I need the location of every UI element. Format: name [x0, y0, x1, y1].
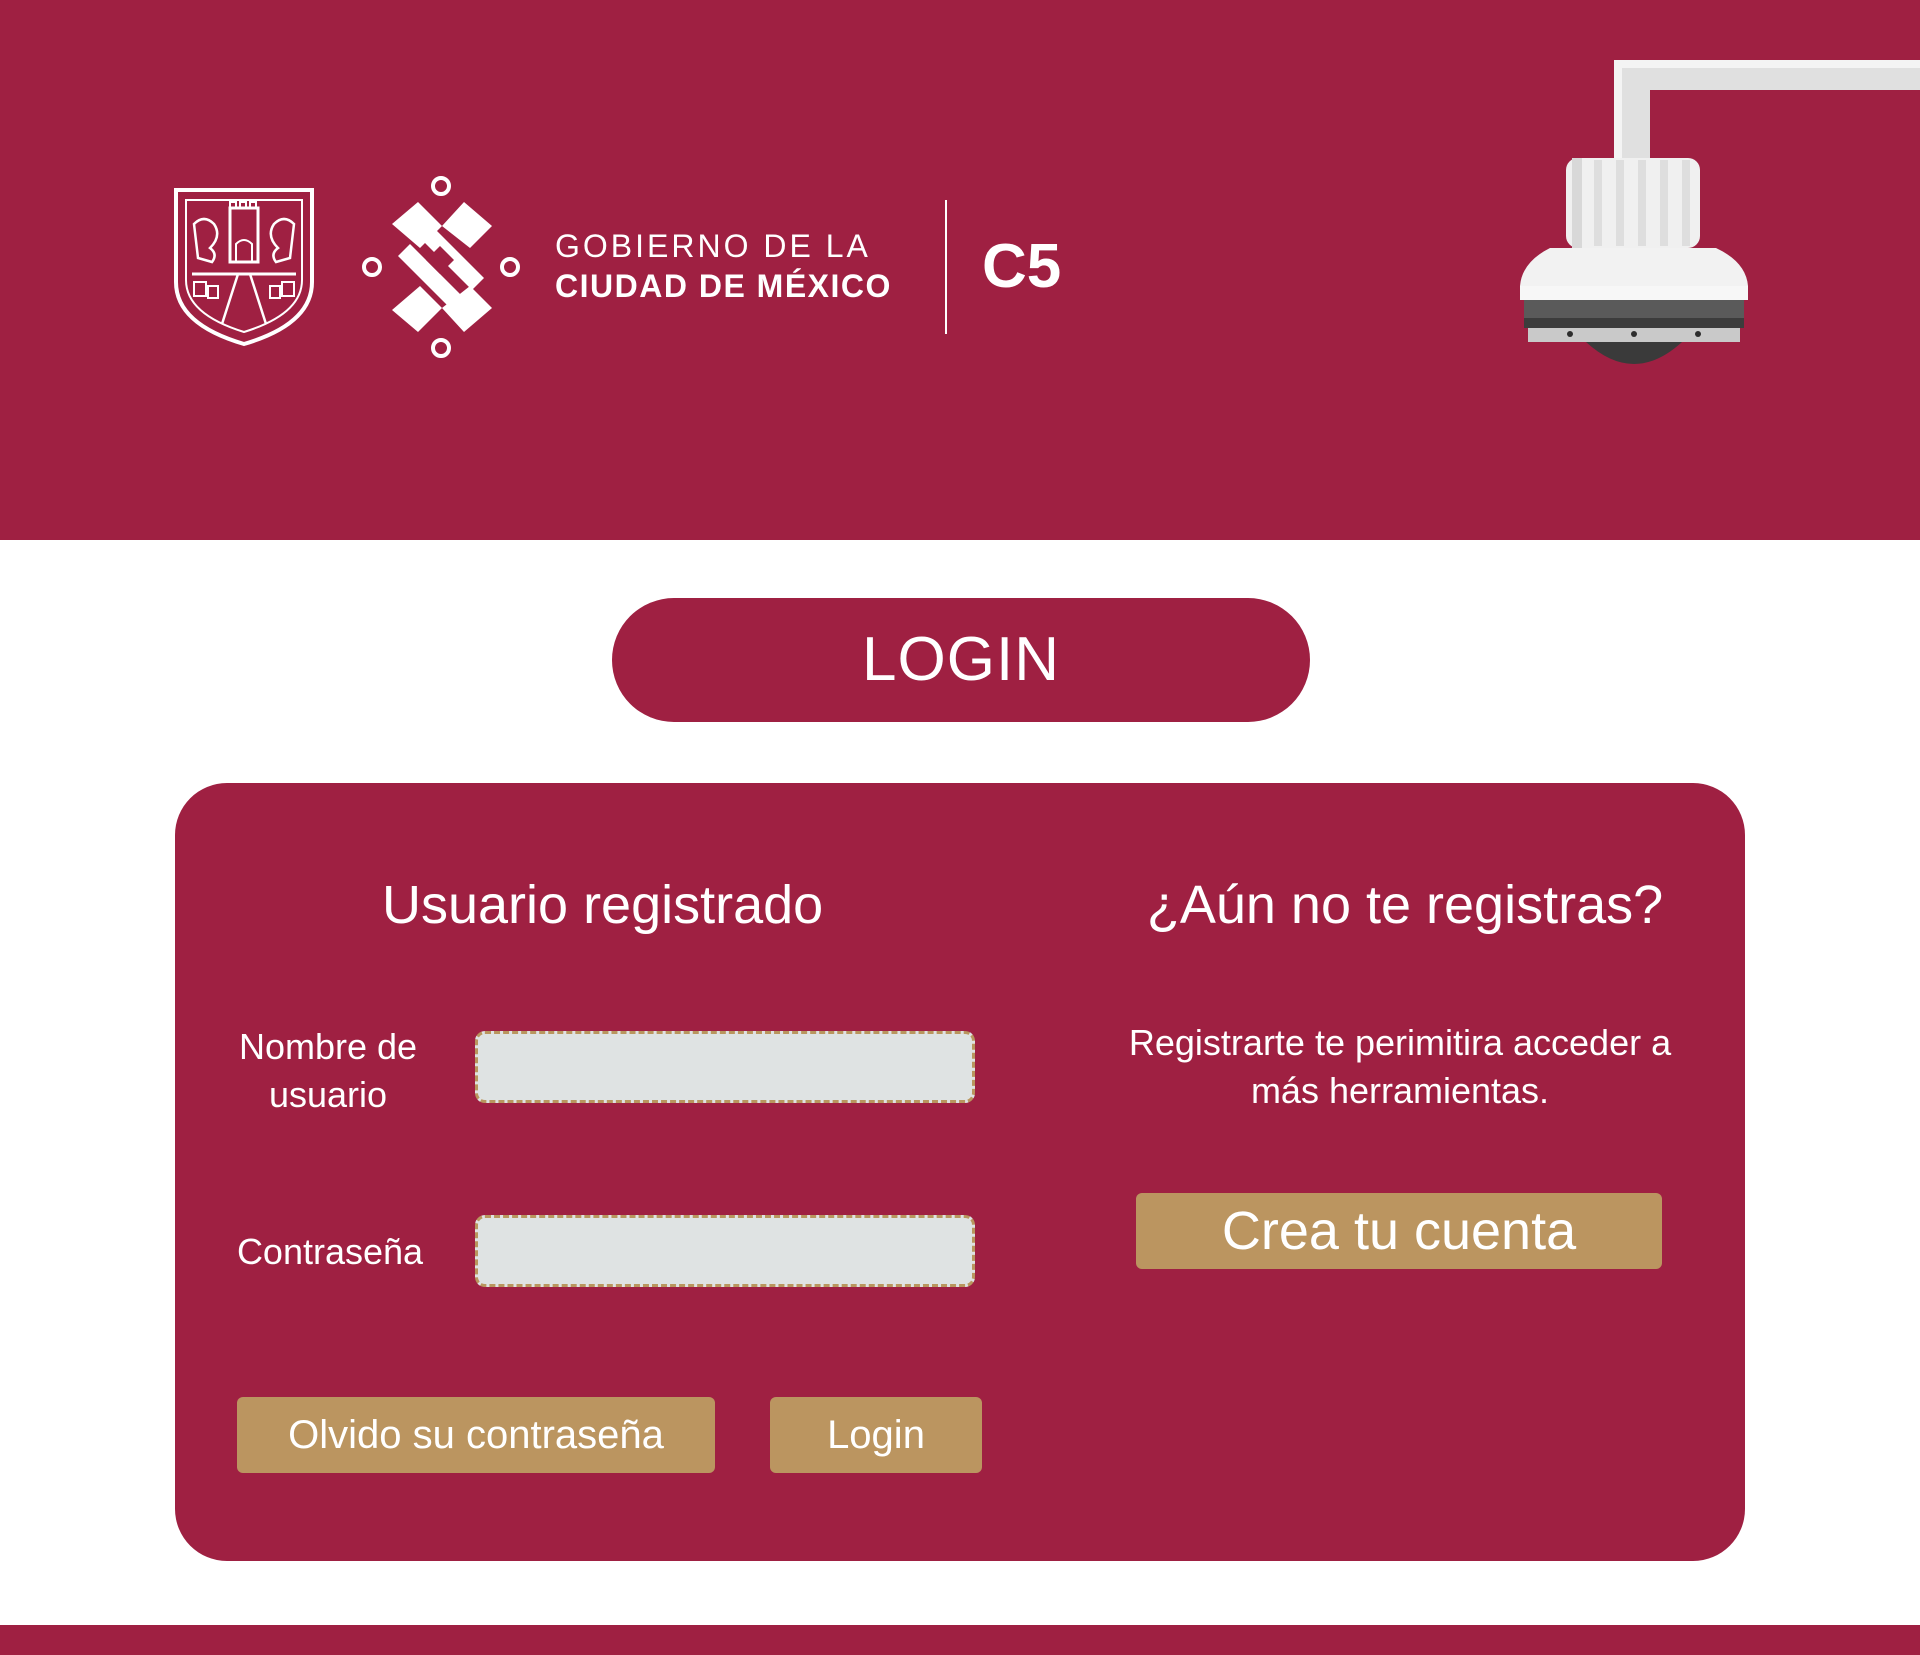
login-panel: Usuario registrado Nombre de usuario Con…	[175, 783, 1745, 1561]
gov-title-line2: CIUDAD DE MÉXICO	[555, 268, 892, 304]
cdmx-shield-icon	[174, 188, 314, 347]
password-label: Contraseña	[236, 1231, 424, 1272]
registered-user-heading: Usuario registrado	[382, 875, 824, 935]
cdmx-knot-logo-icon	[362, 176, 520, 358]
government-title: GOBIERNO DE LA CIUDAD DE MÉXICO	[555, 226, 892, 306]
login-button[interactable]: Login	[770, 1397, 982, 1473]
username-label: Nombre de usuario	[238, 1026, 418, 1115]
unit-name: C5	[982, 232, 1062, 301]
page-header: GOBIERNO DE LA CIUDAD DE MÉXICO C5	[0, 0, 1920, 540]
username-input[interactable]	[475, 1031, 975, 1103]
password-input[interactable]	[475, 1215, 975, 1287]
gov-title-line1: GOBIERNO DE LA	[555, 228, 871, 264]
page-footer-bar	[0, 1625, 1920, 1655]
security-dome-camera-icon	[1520, 60, 1920, 364]
create-account-button[interactable]: Crea tu cuenta	[1136, 1193, 1662, 1269]
forgot-password-button[interactable]: Olvido su contraseña	[237, 1397, 715, 1473]
header-divider	[945, 200, 947, 334]
login-title: LOGIN	[612, 598, 1310, 722]
signup-heading: ¿Aún no te registras?	[1146, 875, 1664, 935]
signup-description: Registrarte te perimitira acceder a más …	[1128, 1022, 1672, 1111]
